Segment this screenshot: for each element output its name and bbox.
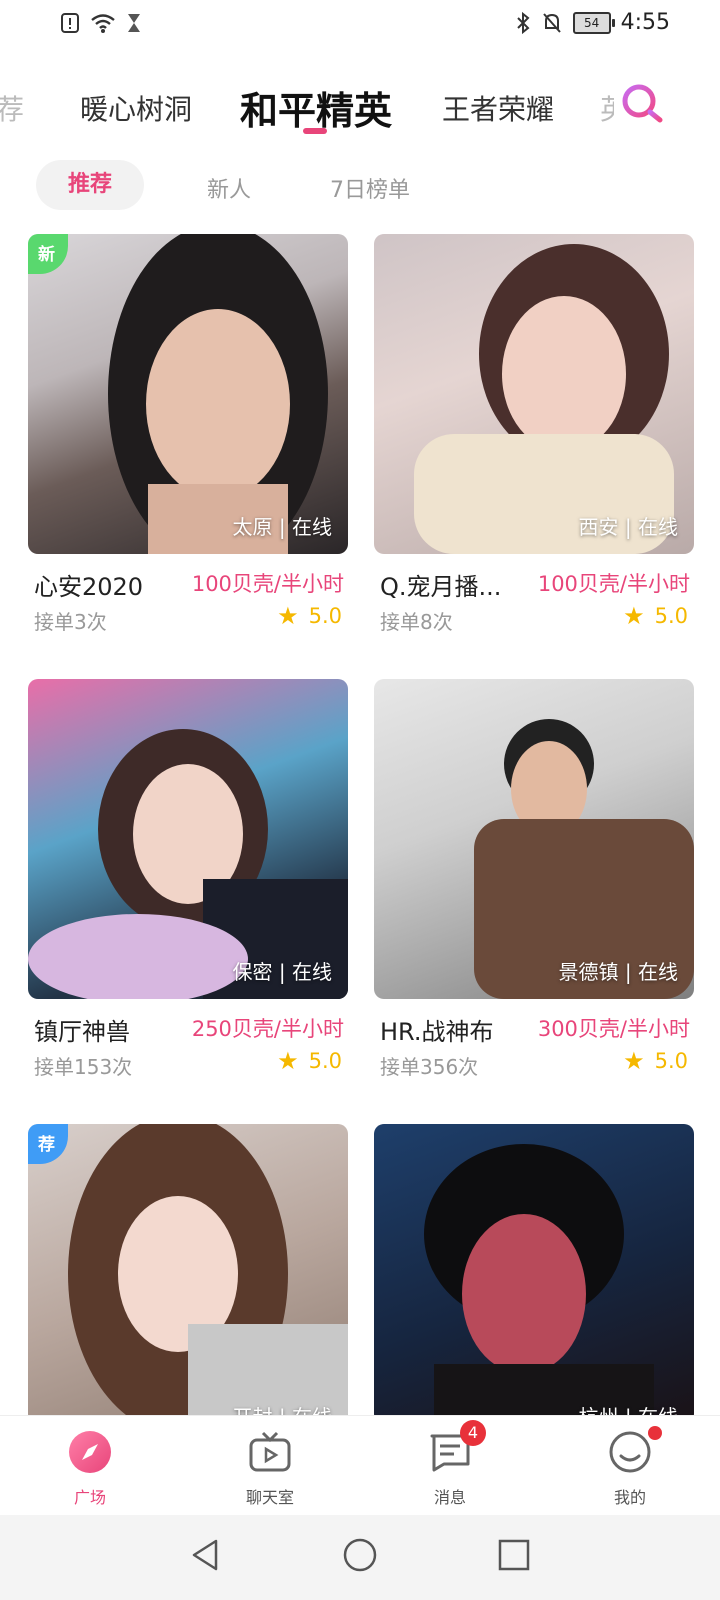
player-card[interactable]: 荐 开封 | 在线	[28, 1124, 348, 1424]
rating: ★ 5.0	[623, 602, 688, 630]
status-right-icons: 54 4:55	[515, 10, 670, 35]
subtab-newcomer[interactable]: 新人	[207, 172, 251, 204]
system-nav-bar	[0, 1515, 720, 1600]
bluetooth-icon	[516, 11, 530, 34]
location-status: 景德镇 | 在线	[558, 960, 678, 984]
player-photo: 杭州 | 在线	[374, 1124, 694, 1424]
player-name: 镇厅神兽	[34, 1018, 130, 1046]
player-price: 100贝壳/半小时	[537, 572, 690, 596]
search-icon[interactable]	[620, 82, 664, 126]
star-icon: ★	[277, 602, 299, 630]
tab-partial-left[interactable]: 荐	[0, 88, 24, 128]
tab-partial-right[interactable]: 英	[600, 88, 614, 128]
portrait-illustration	[474, 719, 694, 999]
portrait-illustration	[424, 1144, 654, 1424]
active-tab-indicator	[303, 128, 327, 134]
alert-icon	[61, 13, 79, 33]
player-photo: 新 太原 | 在线	[28, 234, 348, 554]
status-bar: 54 4:55	[0, 0, 720, 54]
player-name: Q.宠月播...	[380, 573, 502, 601]
recent-apps-icon[interactable]	[494, 1535, 534, 1575]
nav-label: 我的	[613, 1488, 646, 1507]
unread-badge: 4	[460, 1420, 486, 1446]
player-price: 250贝壳/半小时	[191, 1017, 344, 1041]
star-icon: ★	[277, 1047, 299, 1075]
player-photo: 荐 开封 | 在线	[28, 1124, 348, 1424]
rating: ★ 5.0	[277, 602, 342, 630]
star-icon: ★	[623, 602, 645, 630]
player-card[interactable]: 景德镇 | 在线 HR.战神布 300贝壳/半小时 接单356次 ★ 5.0	[374, 679, 694, 1079]
rating: ★ 5.0	[623, 1047, 688, 1075]
player-card[interactable]: 西安 | 在线 Q.宠月播... 100贝壳/半小时 接单8次 ★ 5.0	[374, 234, 694, 634]
nav-label: 广场	[73, 1488, 106, 1507]
player-photo: 西安 | 在线	[374, 234, 694, 554]
order-count: 接单356次	[380, 1055, 479, 1079]
portrait-illustration	[108, 234, 328, 554]
portrait-illustration	[414, 244, 674, 554]
player-name: 心安2020	[34, 573, 144, 601]
rating-value: 5.0	[654, 604, 688, 628]
home-icon[interactable]	[340, 1535, 380, 1575]
player-photo: 保密 | 在线	[28, 679, 348, 999]
player-card[interactable]: 保密 | 在线 镇厅神兽 250贝壳/半小时 接单153次 ★ 5.0	[28, 679, 348, 1079]
tab-heping-jingying[interactable]: 和平精英	[240, 80, 392, 135]
mute-bell-icon	[542, 12, 561, 33]
bottom-nav: 广场 聊天室 4 消息 我的	[0, 1415, 720, 1516]
player-card[interactable]: 新 太原 | 在线 心安2020 100贝壳/半小时 接单3次 ★ 5.0	[28, 234, 348, 634]
notification-dot	[648, 1426, 662, 1440]
location-status: 保密 | 在线	[232, 960, 332, 984]
rating-value: 5.0	[308, 604, 342, 628]
status-left-icons	[60, 12, 142, 34]
subtab-7day-ranking[interactable]: 7日榜单	[330, 172, 410, 204]
player-price: 100贝壳/半小时	[191, 572, 344, 596]
portrait-illustration	[28, 729, 348, 999]
order-count: 接单153次	[34, 1055, 133, 1079]
location-status: 太原 | 在线	[232, 515, 332, 539]
player-photo: 景德镇 | 在线	[374, 679, 694, 999]
clock: 4:55	[620, 10, 670, 35]
subtab-recommend[interactable]: 推荐	[36, 160, 144, 210]
nav-messages[interactable]: 4 消息	[390, 1420, 510, 1508]
nav-profile[interactable]: 我的	[570, 1426, 690, 1508]
back-icon[interactable]	[186, 1535, 226, 1575]
location-status: 西安 | 在线	[578, 515, 678, 539]
tab-wangzhe-rongyao[interactable]: 王者荣耀	[442, 88, 554, 128]
wifi-icon	[91, 14, 115, 33]
order-count: 接单8次	[380, 610, 453, 634]
portrait-illustration	[68, 1124, 348, 1424]
player-price: 300贝壳/半小时	[537, 1017, 690, 1041]
rating: ★ 5.0	[277, 1047, 342, 1075]
tv-icon	[248, 1430, 292, 1474]
compass-icon	[68, 1430, 112, 1474]
category-tabs: 荐 暖心树洞 和平精英 王者荣耀 英	[0, 70, 720, 140]
player-name: HR.战神布	[380, 1018, 494, 1046]
smile-icon	[608, 1426, 662, 1474]
hourglass-icon	[128, 14, 140, 32]
message-icon: 4	[428, 1420, 486, 1474]
star-icon: ★	[623, 1047, 645, 1075]
rating-value: 5.0	[308, 1049, 342, 1073]
battery-icon: 54	[572, 11, 615, 34]
nav-chatroom[interactable]: 聊天室	[210, 1430, 330, 1508]
order-count: 接单3次	[34, 610, 107, 634]
tab-nuanxin-shudong[interactable]: 暖心树洞	[80, 88, 192, 128]
player-card[interactable]: 杭州 | 在线	[374, 1124, 694, 1424]
nav-plaza[interactable]: 广场	[30, 1430, 150, 1508]
rating-value: 5.0	[654, 1049, 688, 1073]
nav-label: 聊天室	[245, 1488, 294, 1507]
sub-tabs: 推荐 新人 7日榜单	[0, 160, 720, 214]
nav-label: 消息	[433, 1488, 466, 1507]
